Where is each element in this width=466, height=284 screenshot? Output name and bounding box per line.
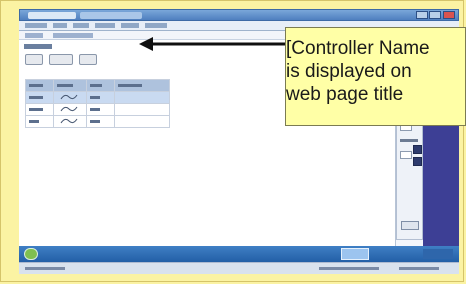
menu-item[interactable]	[53, 23, 67, 28]
page-heading	[24, 44, 52, 49]
menu-item[interactable]	[95, 23, 115, 28]
status-text	[319, 267, 379, 270]
table-row[interactable]	[24, 103, 171, 116]
page-button[interactable]	[49, 54, 73, 65]
status-text	[399, 267, 439, 270]
close-icon[interactable]	[443, 11, 455, 19]
up-arrow-icon[interactable]	[413, 145, 422, 154]
table-header-row	[24, 79, 171, 92]
panel-label	[400, 139, 418, 142]
taskbar	[19, 246, 459, 262]
menu-item[interactable]	[25, 23, 47, 28]
page-button[interactable]	[79, 54, 97, 65]
callout-text: [Controller Name is displayed on web pag…	[286, 38, 430, 105]
browser-title-bar	[19, 9, 459, 21]
favorites-item[interactable]	[25, 33, 43, 38]
callout-box: [Controller Name is displayed on web pag…	[285, 27, 466, 126]
page-button[interactable]	[25, 54, 43, 65]
controller-panel	[396, 110, 423, 240]
browser-tab-active[interactable]	[28, 12, 76, 19]
down-arrow-icon[interactable]	[413, 157, 422, 166]
menu-item[interactable]	[73, 23, 89, 28]
taskbar-button[interactable]	[341, 248, 369, 260]
browser-tab[interactable]	[80, 12, 142, 19]
system-tray	[423, 249, 453, 259]
table-row[interactable]	[24, 91, 171, 104]
menu-item[interactable]	[121, 23, 139, 28]
data-table	[24, 79, 171, 128]
favorites-item[interactable]	[53, 33, 93, 38]
status-bar	[19, 262, 459, 274]
left-arrow-icon	[139, 37, 287, 51]
table-row[interactable]	[24, 115, 171, 128]
menu-item[interactable]	[145, 23, 167, 28]
panel-field[interactable]	[400, 151, 412, 159]
start-orb-icon[interactable]	[24, 248, 38, 260]
status-text	[25, 267, 65, 270]
maximize-icon[interactable]	[429, 11, 441, 19]
panel-button[interactable]	[401, 221, 419, 230]
minimize-icon[interactable]	[416, 11, 428, 19]
